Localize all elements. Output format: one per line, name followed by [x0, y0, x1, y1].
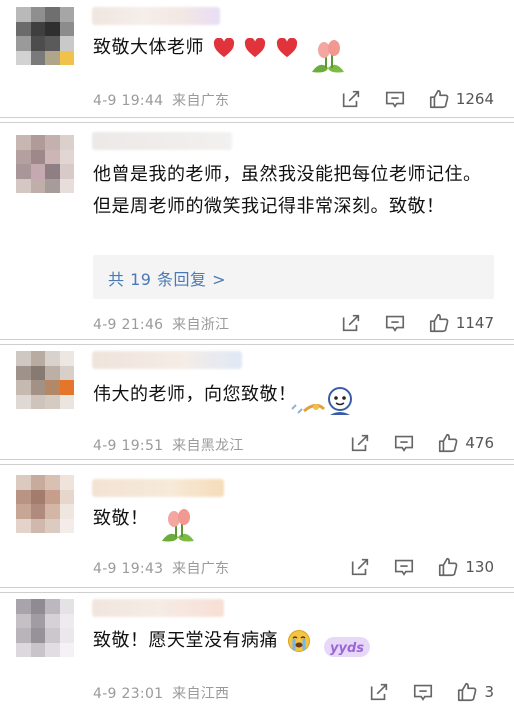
- view-replies-link[interactable]: 共 19 条回复 >: [108, 266, 226, 290]
- comment-time: 4-9 21:46: [93, 317, 164, 333]
- crying-face-icon: [288, 630, 311, 652]
- username-blurred[interactable]: [92, 7, 220, 25]
- comment-meta: 4-9 19:44 来自广东: [93, 90, 229, 110]
- comment-time: 4-9 19:43: [93, 561, 164, 577]
- comment-meta: 4-9 19:43 来自广东: [93, 558, 229, 578]
- like-count: 3: [484, 683, 494, 701]
- comment-time: 4-9 23:01: [93, 686, 164, 702]
- username-blurred[interactable]: [92, 351, 242, 369]
- comment-meta: 4-9 21:46 来自浙江: [93, 314, 229, 334]
- comment-actions: 1264: [340, 87, 494, 111]
- comment-location: 来自广东: [172, 93, 230, 109]
- comment-location: 来自江西: [172, 686, 230, 702]
- comment-icon[interactable]: [384, 312, 406, 334]
- comment-text: 致敬！愿天堂没有病痛: [93, 625, 484, 657]
- comment-actions: 476: [349, 431, 494, 455]
- salute-sticker-icon: [291, 387, 352, 415]
- thumbs-up-icon[interactable]: [428, 88, 450, 110]
- comment-card: 致敬！愿天堂没有病痛 yyds 4-9 23:01 来自江西 3: [0, 592, 514, 711]
- comment-location: 来自广东: [172, 561, 230, 577]
- comment-icon[interactable]: [412, 681, 434, 703]
- comment-actions: 3: [368, 680, 494, 704]
- like-count: 1147: [455, 314, 494, 332]
- comment-icon[interactable]: [393, 556, 415, 578]
- username-blurred[interactable]: [92, 479, 224, 497]
- svg-text:yyds: yyds: [330, 641, 364, 656]
- thumbs-up-icon[interactable]: [428, 312, 450, 334]
- username-blurred[interactable]: [92, 599, 224, 617]
- comment-text: 致敬大体老师: [93, 32, 484, 64]
- red-heart-icon: [276, 38, 297, 58]
- like-count: 476: [465, 434, 494, 452]
- avatar[interactable]: [16, 475, 74, 533]
- yyds-sticker-icon: yyds: [324, 637, 370, 657]
- share-icon[interactable]: [368, 681, 390, 703]
- avatar[interactable]: [16, 599, 74, 657]
- comment-location: 来自浙江: [172, 317, 230, 333]
- comment-time: 4-9 19:44: [93, 93, 164, 109]
- comment-location: 来自黑龙江: [172, 438, 244, 454]
- thumbs-up-icon[interactable]: [437, 556, 459, 578]
- comment-actions: 130: [349, 555, 494, 579]
- comment-card: 他曾是我的老师，虽然我没能把每位老师记住。但是周老师的微笑我记得非常深刻。致敬！…: [0, 122, 514, 340]
- comment-icon[interactable]: [393, 432, 415, 454]
- comment-text: 致敬！: [93, 508, 149, 529]
- share-icon[interactable]: [340, 88, 362, 110]
- avatar[interactable]: [16, 135, 74, 193]
- comment-icon[interactable]: [384, 88, 406, 110]
- thumbs-up-icon[interactable]: [437, 432, 459, 454]
- comment-time: 4-9 19:51: [93, 438, 164, 454]
- avatar[interactable]: [16, 7, 74, 65]
- comment-meta: 4-9 19:51 来自黑龙江: [93, 435, 244, 455]
- comment-card: 致敬大体老师 4-9 19:44 来自广东 1264: [0, 0, 514, 118]
- red-heart-icon: [245, 38, 266, 58]
- avatar[interactable]: [16, 351, 74, 409]
- tulip-sticker-icon: [162, 509, 194, 542]
- reply-summary[interactable]: 共 19 条回复 >: [93, 255, 494, 299]
- tulip-sticker-icon: [312, 40, 344, 73]
- comment-feed: 致敬大体老师 4-9 19:44 来自广东 1264 他曾是我的老师，虽然我没能…: [0, 0, 514, 711]
- share-icon[interactable]: [340, 312, 362, 334]
- share-icon[interactable]: [349, 556, 371, 578]
- comment-actions: 1147: [340, 311, 494, 335]
- comment-meta: 4-9 23:01 来自江西: [93, 683, 229, 703]
- thumbs-up-icon[interactable]: [456, 681, 478, 703]
- red-heart-icon: [214, 38, 235, 58]
- share-icon[interactable]: [349, 432, 371, 454]
- comment-text: 他曾是我的老师，虽然我没能把每位老师记住。但是周老师的微笑我记得非常深刻。致敬！: [93, 164, 482, 217]
- comment-card: 致敬！ 4-9 19:43 来自广东 130: [0, 464, 514, 588]
- comment-card: 伟大的老师，向您致敬！ 4-9 19:51 来自黑龙江 476: [0, 344, 514, 460]
- like-count: 130: [465, 558, 494, 576]
- like-count: 1264: [455, 90, 494, 108]
- username-blurred[interactable]: [92, 132, 232, 150]
